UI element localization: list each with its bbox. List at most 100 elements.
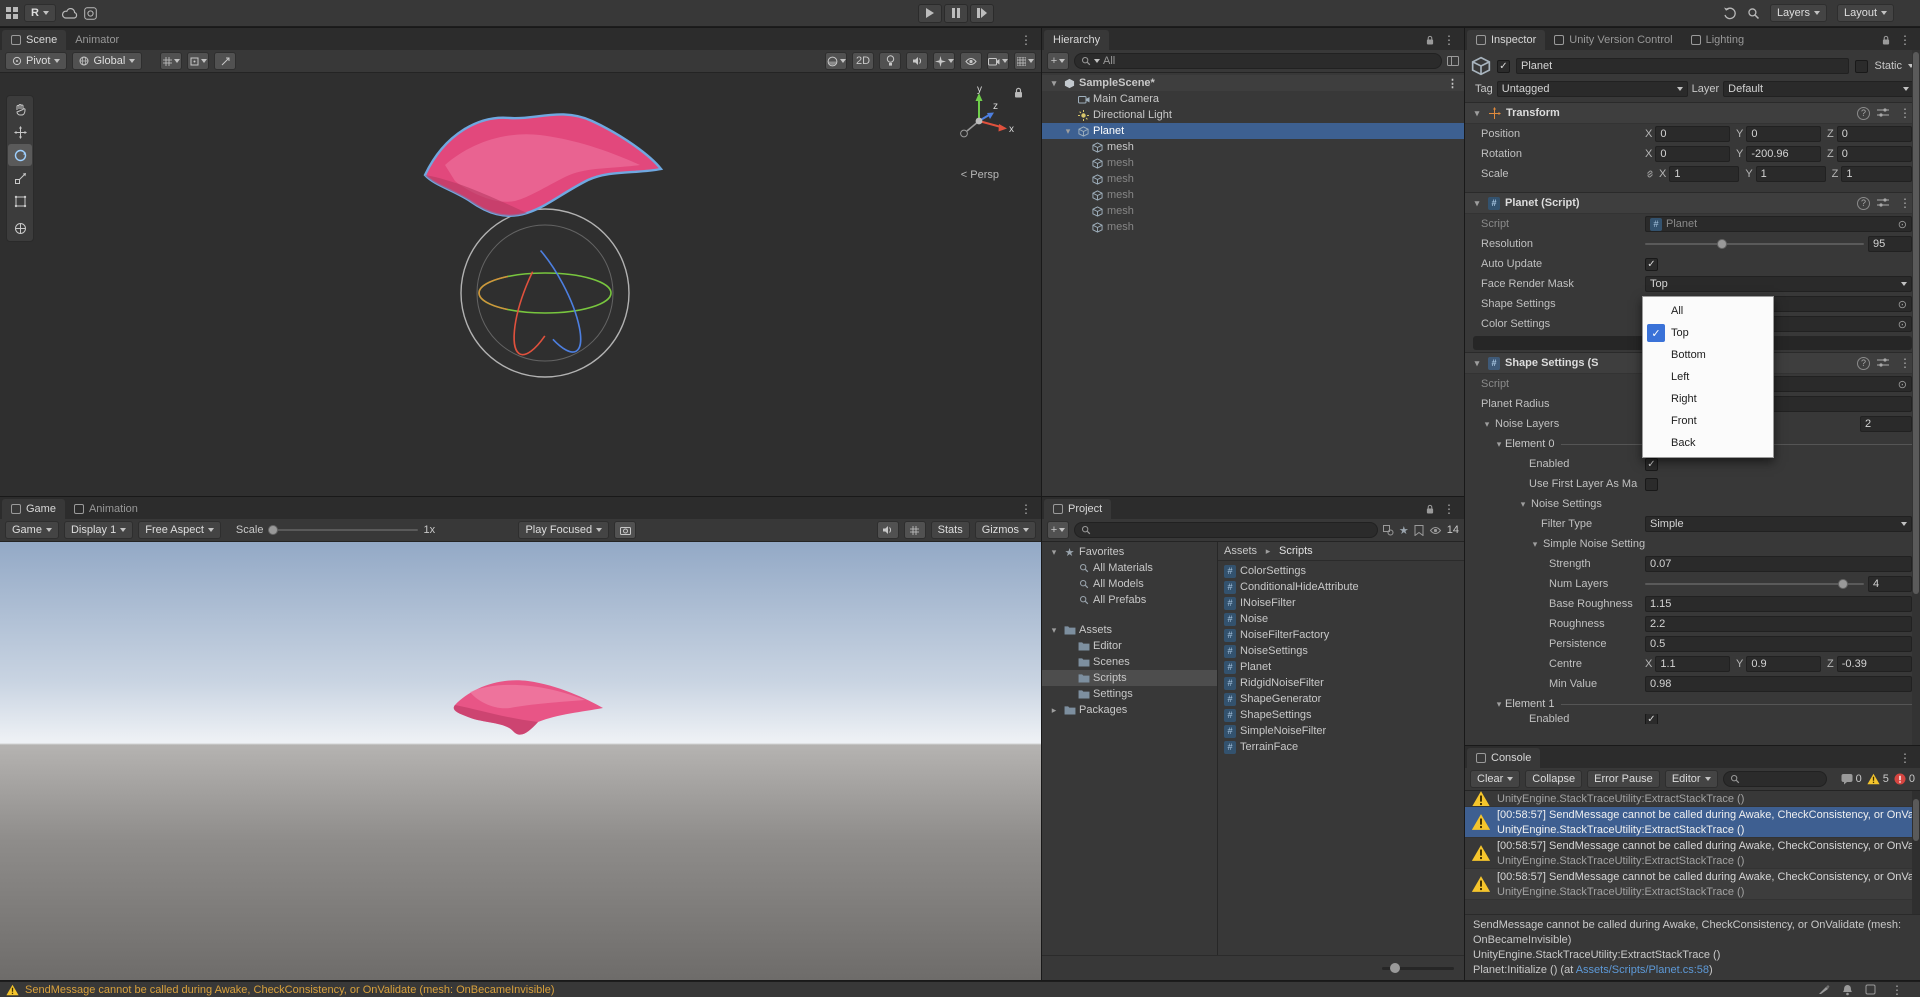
use-first-layer-checkbox[interactable] [1645, 477, 1658, 491]
lock-icon[interactable] [1014, 87, 1023, 98]
layout-dropdown[interactable]: Layout [1836, 4, 1894, 22]
active-checkbox[interactable] [1497, 59, 1510, 73]
script-file-row[interactable]: # NoiseSettings [1218, 643, 1464, 659]
grid-snap-icon[interactable] [160, 52, 183, 70]
search-by-label-icon[interactable]: ★ [1399, 524, 1409, 537]
enabled-checkbox[interactable] [1645, 714, 1658, 724]
centre-y-field[interactable]: 0.9 [1746, 656, 1821, 672]
kebab-icon[interactable]: ⋮ [1440, 502, 1458, 516]
strength-field[interactable]: 0.07 [1645, 556, 1912, 572]
menu-item[interactable]: ✓ All [1643, 300, 1773, 322]
script-file-row[interactable]: # SimpleNoiseFilter [1218, 723, 1464, 739]
mute-audio-icon[interactable] [876, 521, 899, 539]
project-tree-row[interactable]: ★ Editor [1042, 638, 1217, 654]
kebab-icon[interactable]: ⋮ [1017, 502, 1035, 516]
tab[interactable]: Inspector [1467, 30, 1546, 50]
console-search-input[interactable] [1722, 771, 1827, 787]
effects-dropdown[interactable] [933, 52, 955, 70]
num-layers-field[interactable]: 4 [1868, 576, 1912, 592]
menu-item[interactable]: ✓ Left [1643, 366, 1773, 388]
base-roughness-field[interactable]: 1.15 [1645, 596, 1912, 612]
project-tree-row[interactable]: ★ Scripts [1042, 670, 1217, 686]
tab[interactable]: Game [2, 499, 65, 519]
console-entry[interactable]: [00:58:57] SendMessage cannot be called … [1465, 807, 1920, 838]
script-file-row[interactable]: # Noise [1218, 611, 1464, 627]
persistence-field[interactable]: 0.5 [1645, 636, 1912, 652]
save-search-icon[interactable] [1414, 524, 1424, 536]
capture-icon[interactable] [614, 521, 637, 539]
project-tree-row[interactable]: ★ All Prefabs [1042, 592, 1217, 608]
game-viewport[interactable] [0, 542, 1041, 980]
scene-visibility-icon[interactable] [960, 52, 982, 70]
help-icon[interactable]: ? [1857, 106, 1870, 120]
global-dropdown[interactable]: Global [72, 52, 143, 70]
static-checkbox[interactable] [1855, 59, 1869, 73]
position-z-field[interactable]: 0 [1836, 126, 1912, 142]
hierarchy-search-input[interactable]: All [1074, 53, 1442, 69]
undo-history-icon[interactable] [1723, 7, 1737, 20]
filter-type-dropdown[interactable]: Simple [1645, 516, 1912, 532]
display-target-dropdown[interactable]: Display 1 [63, 521, 134, 539]
project-tree-row[interactable]: ★ All Models [1042, 576, 1217, 592]
console-entry[interactable]: [00:58:57] SendMessage cannot be called … [1465, 791, 1920, 807]
scene-lighting-icon[interactable] [879, 52, 901, 70]
foldout-arrow[interactable] [1048, 77, 1060, 89]
hierarchy-row[interactable]: mesh ⋮ [1042, 155, 1464, 171]
pause-button[interactable] [944, 3, 968, 23]
history-clock-icon[interactable] [84, 6, 97, 20]
menu-item[interactable]: ✓ Bottom [1643, 344, 1773, 366]
console-entry[interactable]: [00:58:57] SendMessage cannot be called … [1465, 869, 1920, 900]
snap-increment-icon[interactable] [187, 52, 210, 70]
scene-audio-icon[interactable] [906, 52, 928, 70]
script-file-row[interactable]: # INoiseFilter [1218, 595, 1464, 611]
search-by-type-icon[interactable] [1382, 524, 1394, 536]
script-file-row[interactable]: # RidgidNoiseFilter [1218, 675, 1464, 691]
grid-menu-icon[interactable] [6, 7, 18, 19]
rotation-y-field[interactable]: -200.96 [1746, 146, 1821, 162]
info-count[interactable]: 0 [1841, 773, 1862, 785]
tab[interactable]: Animation [65, 499, 147, 519]
hierarchy-row[interactable]: mesh ⋮ [1042, 219, 1464, 235]
presets-icon[interactable] [1877, 108, 1889, 118]
resolution-slider[interactable] [1645, 239, 1864, 249]
script-file-row[interactable]: # ColorSettings [1218, 563, 1464, 579]
game-display-mode-dropdown[interactable]: Game [5, 521, 59, 539]
scale-tool-icon[interactable] [8, 167, 32, 189]
error-pause-toggle[interactable]: Error Pause [1587, 770, 1660, 788]
breadcrumb-assets[interactable]: Assets [1224, 545, 1257, 557]
project-tree-row[interactable]: ★ Packages [1042, 702, 1217, 718]
editor-dropdown[interactable]: Editor [1664, 770, 1718, 788]
rotation-x-field[interactable]: 0 [1655, 146, 1730, 162]
enabled-checkbox[interactable] [1645, 457, 1658, 471]
noise-layers-count-field[interactable]: 2 [1860, 416, 1912, 432]
account-button[interactable]: R [24, 4, 56, 22]
pivot-dropdown[interactable]: Pivot [5, 52, 68, 70]
console-detail[interactable]: SendMessage cannot be called during Awak… [1465, 914, 1920, 980]
centre-z-field[interactable]: -0.39 [1836, 656, 1912, 672]
presets-icon[interactable] [1877, 198, 1889, 208]
roughness-field[interactable]: 2.2 [1645, 616, 1912, 632]
menu-item[interactable]: ✓ Right [1643, 388, 1773, 410]
scale-z-field[interactable]: 1 [1841, 166, 1912, 182]
game-scale-slider[interactable] [268, 525, 419, 535]
script-file-row[interactable]: # ConditionalHideAttribute [1218, 579, 1464, 595]
notification-bell-icon[interactable] [1842, 984, 1853, 996]
script-file-row[interactable]: # Planet [1218, 659, 1464, 675]
project-search-input[interactable] [1074, 522, 1378, 538]
project-tree-row[interactable]: ★ Scenes [1042, 654, 1217, 670]
layers-dropdown[interactable]: Layers [1769, 4, 1827, 22]
picker-options-icon[interactable] [1447, 56, 1459, 66]
project-tree-row[interactable]: ★ Settings [1042, 686, 1217, 702]
kebab-icon[interactable]: ⋮ [1440, 33, 1458, 47]
menu-item[interactable]: ✓ Front [1643, 410, 1773, 432]
lock-icon[interactable] [1426, 504, 1434, 514]
add-button[interactable]: + [1047, 521, 1069, 539]
lock-icon[interactable] [1882, 35, 1890, 45]
hierarchy-row[interactable]: mesh ⋮ [1042, 139, 1464, 155]
snap-tool-icon[interactable] [214, 52, 237, 70]
rotate-tool-icon[interactable] [8, 144, 32, 166]
gameobject-name-field[interactable]: Planet [1516, 58, 1850, 74]
inspector-scrollbar[interactable] [1912, 50, 1920, 745]
foldout-arrow[interactable] [1471, 107, 1483, 119]
script-link[interactable]: Assets/Scripts/Planet.cs:58 [1576, 964, 1709, 976]
